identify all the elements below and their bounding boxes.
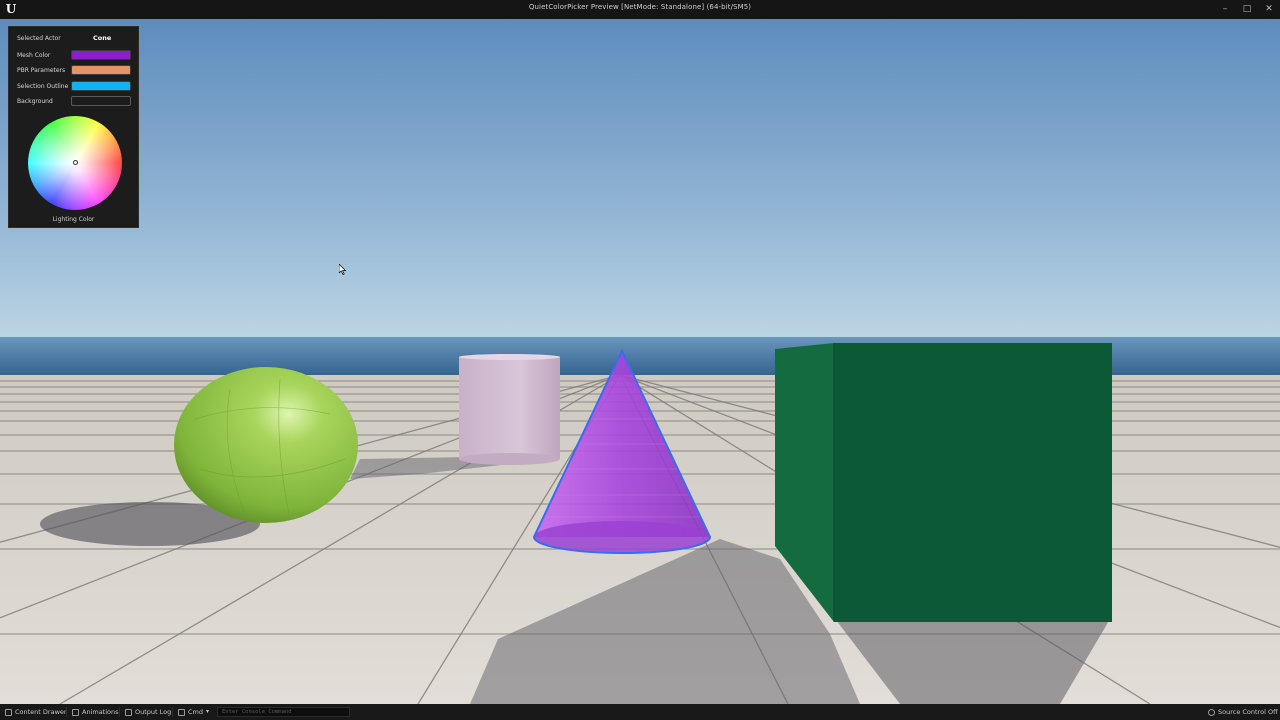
status-bar: Content Drawer Animations Output Log Cmd… <box>0 704 1280 720</box>
game-viewport[interactable] <box>0 19 1280 704</box>
selection-outline-swatch[interactable] <box>71 81 131 91</box>
selected-actor-value: Cone <box>93 34 112 42</box>
output-log-button[interactable]: Output Log <box>125 704 171 720</box>
content-drawer-icon <box>5 708 12 716</box>
maximize-icon[interactable]: □ <box>1236 0 1258 19</box>
animations-button[interactable]: Animations <box>72 704 119 720</box>
selection-outline-row: Selection Outline <box>17 81 133 93</box>
cube-mesh <box>775 343 1112 622</box>
animations-label: Animations <box>82 708 119 716</box>
scene-render <box>0 19 1280 704</box>
output-log-label: Output Log <box>135 708 172 716</box>
mesh-color-swatch[interactable] <box>71 50 131 60</box>
cmd-dropdown[interactable]: Cmd ▾ <box>178 704 209 720</box>
color-picker-panel: Selected Actor Cone Mesh Color PBR Param… <box>8 26 139 228</box>
mesh-color-label: Mesh Color <box>17 52 51 59</box>
pbr-parameters-label: PBR Parameters <box>17 67 66 74</box>
chevron-down-icon: ▾ <box>206 708 210 715</box>
content-drawer-button[interactable]: Content Drawer <box>5 704 67 720</box>
window-title: QuietColorPicker Preview [NetMode: Stand… <box>528 3 752 11</box>
divider <box>172 707 173 717</box>
output-log-icon <box>125 708 132 716</box>
title-bar: U QuietColorPicker Preview [NetMode: Sta… <box>0 0 1280 19</box>
minimize-icon[interactable]: – <box>1214 0 1236 19</box>
source-control-label: Source Control Off <box>1218 708 1278 716</box>
animations-icon <box>72 708 79 716</box>
console-command-input[interactable]: Enter Console Command <box>217 707 350 717</box>
pbr-parameters-swatch[interactable] <box>71 65 131 75</box>
mesh-color-row: Mesh Color <box>17 50 133 62</box>
cmd-label: Cmd <box>188 708 203 716</box>
background-swatch[interactable] <box>71 96 131 106</box>
terminal-icon <box>178 708 185 716</box>
sphere-mesh <box>174 367 358 523</box>
color-wheel[interactable] <box>28 116 122 210</box>
divider <box>66 707 67 717</box>
selected-actor-label: Selected Actor <box>17 35 61 42</box>
content-drawer-label: Content Drawer <box>15 708 67 716</box>
close-icon[interactable]: ✕ <box>1258 0 1280 19</box>
pbr-parameters-row: PBR Parameters <box>17 65 133 77</box>
source-control-icon <box>1208 708 1215 716</box>
color-wheel-handle[interactable] <box>73 160 78 165</box>
cylinder-mesh <box>459 354 560 465</box>
divider <box>119 707 120 717</box>
lighting-color-label: Lighting Color <box>52 216 95 223</box>
mouse-cursor-icon <box>339 264 347 275</box>
background-label: Background <box>17 98 53 105</box>
selection-outline-label: Selection Outline <box>17 83 69 90</box>
source-control-button[interactable]: Source Control Off <box>1208 704 1278 720</box>
background-row: Background <box>17 96 133 108</box>
